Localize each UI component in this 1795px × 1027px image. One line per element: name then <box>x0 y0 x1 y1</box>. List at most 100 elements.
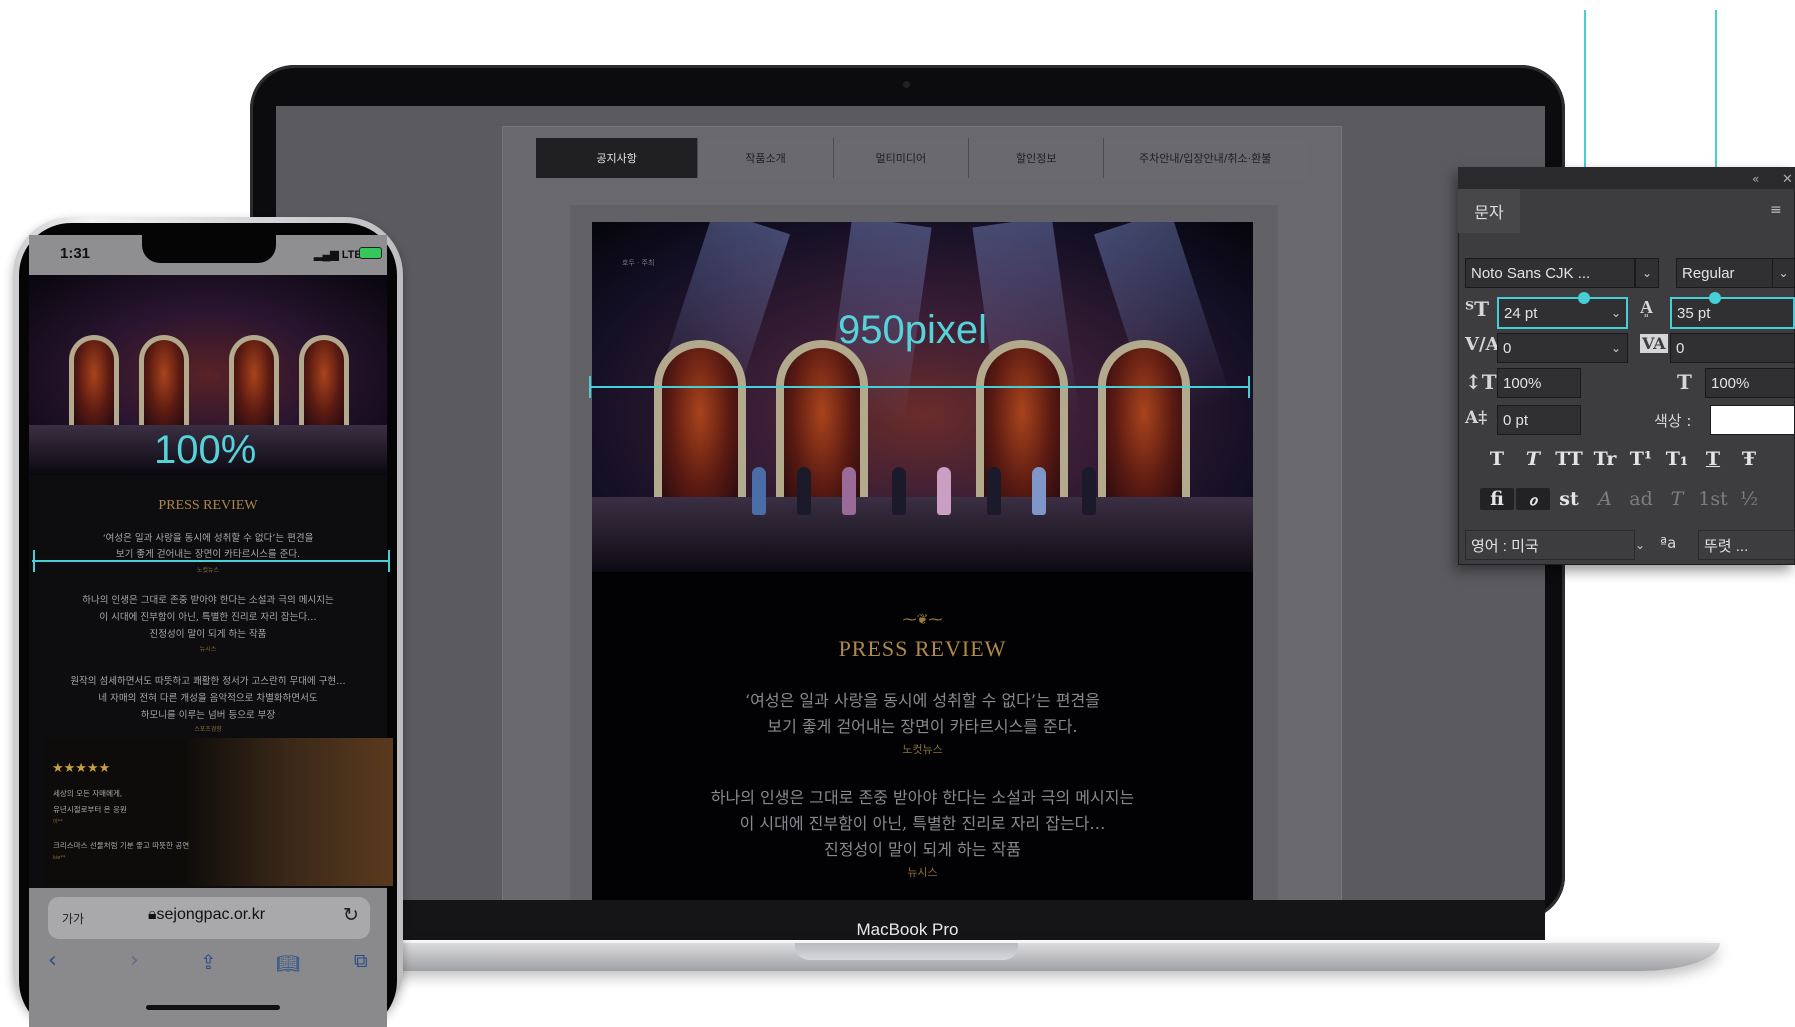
width-measure-line-mobile <box>32 560 390 562</box>
vertical-scale-icon: ↕T <box>1465 370 1497 394</box>
nav-discount[interactable]: 할인정보 <box>969 138 1105 178</box>
review-line: 진정성이 말이 되게 하는 작품 <box>824 840 1021 859</box>
panel-menu-icon[interactable]: ≡ <box>1770 202 1782 218</box>
review-line: 원작의 섬세하면서도 따뜻하고 쾌활한 정서가 고스란히 무대에 구현… <box>70 676 346 687</box>
lock-icon: 🔒︎ <box>148 906 157 923</box>
horizontal-scale-icon: T <box>1677 370 1692 394</box>
review-source: 스포츠경향 <box>194 726 222 733</box>
review-line: ‘여성은 일과 사랑을 동시에 성취할 수 없다’는 편견을 <box>102 533 314 544</box>
share-icon[interactable]: ⇪ <box>200 950 217 974</box>
tracking-icon: VA <box>1640 334 1668 353</box>
callout-dot <box>1578 292 1590 304</box>
press-review-title-mobile: PRESS REVIEW <box>158 498 258 513</box>
contextual-alternates-button[interactable]: T <box>1660 488 1694 510</box>
home-indicator <box>146 1005 280 1010</box>
opentype-buttons: fi ℴ st A ad T 1st ½ <box>1480 488 1766 510</box>
font-family-field[interactable]: Noto Sans CJK ... <box>1465 258 1635 288</box>
fractions-button[interactable]: ½ <box>1732 488 1766 510</box>
antialias-icon: ªa <box>1660 534 1677 552</box>
horizontal-scale-field[interactable]: 100% <box>1705 368 1795 398</box>
swash-button[interactable]: st <box>1552 488 1586 510</box>
back-icon[interactable]: ‹ <box>48 948 57 973</box>
close-icon[interactable]: ✕ <box>1782 172 1793 187</box>
text-size-button[interactable]: 가가 <box>62 910 84 927</box>
measure-tick-left <box>589 376 591 398</box>
measure-label-100: 100% <box>154 428 257 472</box>
subscript-button[interactable]: T₁ <box>1660 448 1694 470</box>
nav-works[interactable]: 작품소개 <box>698 138 834 178</box>
callout-dot <box>1709 292 1721 304</box>
baseline-shift-field[interactable]: 0 pt <box>1497 405 1581 435</box>
stage-photo: 호두 · 주최 <box>592 222 1253 572</box>
faux-bold-button[interactable]: T <box>1480 448 1514 470</box>
font-size-icon: ᵀT <box>1465 297 1489 321</box>
antialias-select[interactable]: 뚜렷 ... <box>1698 530 1795 560</box>
url-text: 🔒︎sejongpac.or.kr <box>148 906 266 923</box>
review-line: 이 시대에 진부함이 아닌, 특별한 진리로 자리 잡는다… <box>739 814 1106 833</box>
chevron-down-icon[interactable]: ⌄ <box>1606 300 1626 326</box>
review-line: 하나의 인생은 그대로 존중 받아야 한다는 소설과 극의 메시지는 <box>82 595 334 606</box>
review-line: 보기 좋게 걷어내는 장면이 카타르시스를 준다. <box>767 717 1078 736</box>
status-time: 1:31 <box>60 245 91 262</box>
underline-button[interactable]: T <box>1696 448 1730 470</box>
ornament-icon: ⁓❦⁓ <box>902 612 943 628</box>
chevron-down-icon[interactable]: ⌄ <box>1635 258 1659 288</box>
nav-multimedia[interactable]: 멀티미디어 <box>833 138 970 178</box>
leading-icon: A͈ <box>1640 297 1653 318</box>
card-line: 세상의 모든 자매에게, <box>53 789 123 798</box>
forward-icon[interactable]: › <box>130 948 139 973</box>
superscript-button[interactable]: T¹ <box>1624 448 1658 470</box>
tab-character[interactable]: 문자 <box>1458 189 1520 233</box>
bookmarks-icon[interactable]: 📖︎ <box>276 952 300 975</box>
color-swatch[interactable] <box>1710 405 1795 435</box>
signal-icon: ▂▄▆ LTE <box>314 249 362 261</box>
small-caps-button[interactable]: Tr <box>1588 448 1622 470</box>
card-author: kie** <box>53 855 66 861</box>
language-select[interactable]: 영어 : 미국 <box>1465 530 1635 560</box>
chevron-down-icon[interactable]: ⌄ <box>1606 336 1626 360</box>
press-review-title: PRESS REVIEW <box>838 636 1007 661</box>
measure-tick-right <box>1248 376 1250 398</box>
strikethrough-button[interactable]: Ŧ <box>1732 448 1766 470</box>
panel-titlebar <box>1458 167 1795 189</box>
nav-parking[interactable]: 주차안내/입장안내/취소·환불 <box>1104 138 1307 178</box>
reload-icon[interactable]: ↻ <box>343 904 359 926</box>
poster-corner-text: 호두 · 주최 <box>622 259 655 267</box>
review-source: 노컷뉴스 <box>196 567 220 574</box>
ligatures-button[interactable]: fi <box>1480 488 1514 510</box>
nav-notice[interactable]: 공지사항 <box>536 138 699 178</box>
card-line: 유년시절로부터 온 응원 <box>53 805 127 814</box>
font-style-field[interactable]: Regular <box>1676 258 1774 288</box>
faux-italic-button[interactable]: T <box>1516 448 1550 470</box>
chevron-down-icon[interactable]: ⌄ <box>1630 533 1650 557</box>
ordinals-button[interactable]: 1st <box>1696 488 1730 510</box>
chevron-down-icon[interactable]: ⌄ <box>1772 258 1795 288</box>
review-line: 이 시대에 진부함이 아닌, 특별한 진리로 자리 잡는다… <box>99 612 317 623</box>
leading-field[interactable]: 35 pt <box>1670 297 1795 329</box>
tabs-icon[interactable]: ⧉ <box>354 950 368 972</box>
review-line: ‘여성은 일과 사랑을 동시에 성취할 수 없다’는 편견을 <box>745 691 1100 710</box>
baseline-shift-icon: A‡ <box>1465 408 1488 428</box>
macbook-lid-notch <box>795 943 1018 960</box>
card-line: 크리스마스 선물처럼 기분 좋고 따뜻한 공연 <box>53 841 190 850</box>
camera-icon <box>903 81 910 88</box>
review-line: 보기 좋게 걷어내는 장면이 카타르시스를 준다. <box>115 549 301 560</box>
card-author: 이** <box>53 819 63 825</box>
tracking-field[interactable]: 0 <box>1670 333 1795 363</box>
stylistic-alternates-button[interactable]: A <box>1588 488 1622 510</box>
vertical-scale-field[interactable]: 100% <box>1497 368 1581 398</box>
review-source: 뉴시스 <box>199 646 217 653</box>
all-caps-button[interactable]: TT <box>1552 448 1586 470</box>
kerning-icon: V/A <box>1465 334 1500 355</box>
measure-tick-right <box>388 550 390 572</box>
review-line: 진정성이 말이 되게 하는 작품 <box>149 629 267 640</box>
review-line: 네 자매의 전혀 다른 개성을 음악적으로 차별화하면서도 <box>98 693 318 704</box>
discretionary-ligatures-button[interactable]: ℴ <box>1516 488 1550 510</box>
titling-alternates-button[interactable]: ad <box>1624 488 1658 510</box>
site-nav: 공지사항 작품소개 멀티미디어 할인정보 주차안내/입장안내/취소·환불 <box>536 138 1307 178</box>
width-measure-line <box>590 386 1250 388</box>
review-source: 뉴시스 <box>907 866 938 879</box>
measure-label-950: 950pixel <box>838 308 988 352</box>
collapse-icon[interactable]: « <box>1752 172 1759 186</box>
color-label: 색상 : <box>1654 412 1692 430</box>
